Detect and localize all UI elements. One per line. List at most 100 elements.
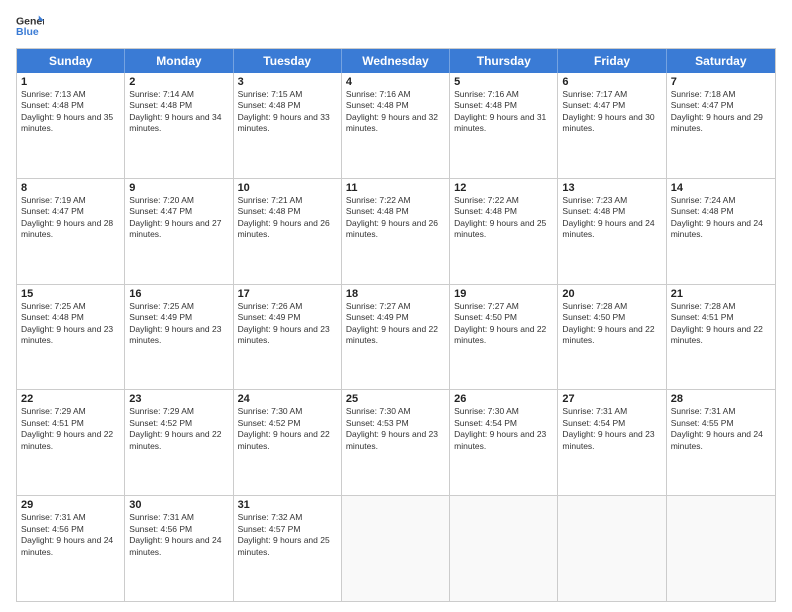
day-number: 31 [238, 499, 337, 511]
day-info: Sunrise: 7:31 AMSunset: 4:55 PMDaylight:… [671, 406, 771, 452]
day-cell-9: 9Sunrise: 7:20 AMSunset: 4:47 PMDaylight… [125, 179, 233, 284]
day-info: Sunrise: 7:29 AMSunset: 4:52 PMDaylight:… [129, 406, 228, 452]
empty-cell [342, 496, 450, 601]
calendar-body: 1Sunrise: 7:13 AMSunset: 4:48 PMDaylight… [17, 73, 775, 601]
day-number: 5 [454, 76, 553, 88]
day-number: 21 [671, 288, 771, 300]
day-info: Sunrise: 7:25 AMSunset: 4:49 PMDaylight:… [129, 301, 228, 347]
day-number: 4 [346, 76, 445, 88]
day-cell-3: 3Sunrise: 7:15 AMSunset: 4:48 PMDaylight… [234, 73, 342, 178]
week-row-4: 22Sunrise: 7:29 AMSunset: 4:51 PMDayligh… [17, 389, 775, 495]
day-cell-17: 17Sunrise: 7:26 AMSunset: 4:49 PMDayligh… [234, 285, 342, 390]
day-info: Sunrise: 7:24 AMSunset: 4:48 PMDaylight:… [671, 195, 771, 241]
day-number: 18 [346, 288, 445, 300]
day-cell-28: 28Sunrise: 7:31 AMSunset: 4:55 PMDayligh… [667, 390, 775, 495]
day-cell-31: 31Sunrise: 7:32 AMSunset: 4:57 PMDayligh… [234, 496, 342, 601]
week-row-2: 8Sunrise: 7:19 AMSunset: 4:47 PMDaylight… [17, 178, 775, 284]
week-row-5: 29Sunrise: 7:31 AMSunset: 4:56 PMDayligh… [17, 495, 775, 601]
day-number: 12 [454, 182, 553, 194]
day-number: 14 [671, 182, 771, 194]
header-day-monday: Monday [125, 49, 233, 73]
day-cell-20: 20Sunrise: 7:28 AMSunset: 4:50 PMDayligh… [558, 285, 666, 390]
day-number: 8 [21, 182, 120, 194]
day-info: Sunrise: 7:22 AMSunset: 4:48 PMDaylight:… [454, 195, 553, 241]
empty-cell [667, 496, 775, 601]
week-row-3: 15Sunrise: 7:25 AMSunset: 4:48 PMDayligh… [17, 284, 775, 390]
day-info: Sunrise: 7:31 AMSunset: 4:56 PMDaylight:… [21, 512, 120, 558]
day-cell-8: 8Sunrise: 7:19 AMSunset: 4:47 PMDaylight… [17, 179, 125, 284]
day-number: 2 [129, 76, 228, 88]
day-number: 25 [346, 393, 445, 405]
day-info: Sunrise: 7:20 AMSunset: 4:47 PMDaylight:… [129, 195, 228, 241]
day-info: Sunrise: 7:32 AMSunset: 4:57 PMDaylight:… [238, 512, 337, 558]
day-number: 23 [129, 393, 228, 405]
day-info: Sunrise: 7:17 AMSunset: 4:47 PMDaylight:… [562, 89, 661, 135]
empty-cell [450, 496, 558, 601]
day-cell-13: 13Sunrise: 7:23 AMSunset: 4:48 PMDayligh… [558, 179, 666, 284]
day-cell-10: 10Sunrise: 7:21 AMSunset: 4:48 PMDayligh… [234, 179, 342, 284]
day-cell-4: 4Sunrise: 7:16 AMSunset: 4:48 PMDaylight… [342, 73, 450, 178]
header: General Blue [16, 12, 776, 40]
day-number: 11 [346, 182, 445, 194]
calendar: SundayMondayTuesdayWednesdayThursdayFrid… [16, 48, 776, 602]
day-number: 16 [129, 288, 228, 300]
day-cell-25: 25Sunrise: 7:30 AMSunset: 4:53 PMDayligh… [342, 390, 450, 495]
day-number: 9 [129, 182, 228, 194]
empty-cell [558, 496, 666, 601]
day-number: 26 [454, 393, 553, 405]
day-number: 24 [238, 393, 337, 405]
logo-icon: General Blue [16, 12, 44, 40]
day-number: 28 [671, 393, 771, 405]
day-cell-16: 16Sunrise: 7:25 AMSunset: 4:49 PMDayligh… [125, 285, 233, 390]
day-number: 30 [129, 499, 228, 511]
logo: General Blue [16, 12, 44, 40]
svg-text:Blue: Blue [16, 26, 39, 38]
page: General Blue SundayMondayTuesdayWednesda… [0, 0, 792, 612]
day-cell-18: 18Sunrise: 7:27 AMSunset: 4:49 PMDayligh… [342, 285, 450, 390]
day-number: 13 [562, 182, 661, 194]
day-number: 6 [562, 76, 661, 88]
header-day-thursday: Thursday [450, 49, 558, 73]
day-info: Sunrise: 7:28 AMSunset: 4:50 PMDaylight:… [562, 301, 661, 347]
day-cell-14: 14Sunrise: 7:24 AMSunset: 4:48 PMDayligh… [667, 179, 775, 284]
day-info: Sunrise: 7:27 AMSunset: 4:49 PMDaylight:… [346, 301, 445, 347]
day-cell-30: 30Sunrise: 7:31 AMSunset: 4:56 PMDayligh… [125, 496, 233, 601]
day-info: Sunrise: 7:23 AMSunset: 4:48 PMDaylight:… [562, 195, 661, 241]
day-info: Sunrise: 7:31 AMSunset: 4:56 PMDaylight:… [129, 512, 228, 558]
day-info: Sunrise: 7:27 AMSunset: 4:50 PMDaylight:… [454, 301, 553, 347]
day-info: Sunrise: 7:22 AMSunset: 4:48 PMDaylight:… [346, 195, 445, 241]
day-cell-12: 12Sunrise: 7:22 AMSunset: 4:48 PMDayligh… [450, 179, 558, 284]
day-info: Sunrise: 7:31 AMSunset: 4:54 PMDaylight:… [562, 406, 661, 452]
day-cell-6: 6Sunrise: 7:17 AMSunset: 4:47 PMDaylight… [558, 73, 666, 178]
header-day-friday: Friday [558, 49, 666, 73]
day-info: Sunrise: 7:18 AMSunset: 4:47 PMDaylight:… [671, 89, 771, 135]
day-info: Sunrise: 7:16 AMSunset: 4:48 PMDaylight:… [454, 89, 553, 135]
day-cell-15: 15Sunrise: 7:25 AMSunset: 4:48 PMDayligh… [17, 285, 125, 390]
day-cell-27: 27Sunrise: 7:31 AMSunset: 4:54 PMDayligh… [558, 390, 666, 495]
day-info: Sunrise: 7:25 AMSunset: 4:48 PMDaylight:… [21, 301, 120, 347]
week-row-1: 1Sunrise: 7:13 AMSunset: 4:48 PMDaylight… [17, 73, 775, 178]
day-info: Sunrise: 7:13 AMSunset: 4:48 PMDaylight:… [21, 89, 120, 135]
day-number: 3 [238, 76, 337, 88]
day-cell-1: 1Sunrise: 7:13 AMSunset: 4:48 PMDaylight… [17, 73, 125, 178]
day-number: 22 [21, 393, 120, 405]
day-info: Sunrise: 7:28 AMSunset: 4:51 PMDaylight:… [671, 301, 771, 347]
day-cell-26: 26Sunrise: 7:30 AMSunset: 4:54 PMDayligh… [450, 390, 558, 495]
day-cell-7: 7Sunrise: 7:18 AMSunset: 4:47 PMDaylight… [667, 73, 775, 178]
day-number: 17 [238, 288, 337, 300]
day-cell-21: 21Sunrise: 7:28 AMSunset: 4:51 PMDayligh… [667, 285, 775, 390]
day-cell-5: 5Sunrise: 7:16 AMSunset: 4:48 PMDaylight… [450, 73, 558, 178]
day-info: Sunrise: 7:15 AMSunset: 4:48 PMDaylight:… [238, 89, 337, 135]
day-number: 1 [21, 76, 120, 88]
day-cell-2: 2Sunrise: 7:14 AMSunset: 4:48 PMDaylight… [125, 73, 233, 178]
header-day-sunday: Sunday [17, 49, 125, 73]
day-info: Sunrise: 7:26 AMSunset: 4:49 PMDaylight:… [238, 301, 337, 347]
day-info: Sunrise: 7:30 AMSunset: 4:52 PMDaylight:… [238, 406, 337, 452]
day-info: Sunrise: 7:19 AMSunset: 4:47 PMDaylight:… [21, 195, 120, 241]
calendar-header: SundayMondayTuesdayWednesdayThursdayFrid… [17, 49, 775, 73]
day-number: 29 [21, 499, 120, 511]
day-cell-24: 24Sunrise: 7:30 AMSunset: 4:52 PMDayligh… [234, 390, 342, 495]
day-number: 10 [238, 182, 337, 194]
day-info: Sunrise: 7:21 AMSunset: 4:48 PMDaylight:… [238, 195, 337, 241]
day-cell-19: 19Sunrise: 7:27 AMSunset: 4:50 PMDayligh… [450, 285, 558, 390]
